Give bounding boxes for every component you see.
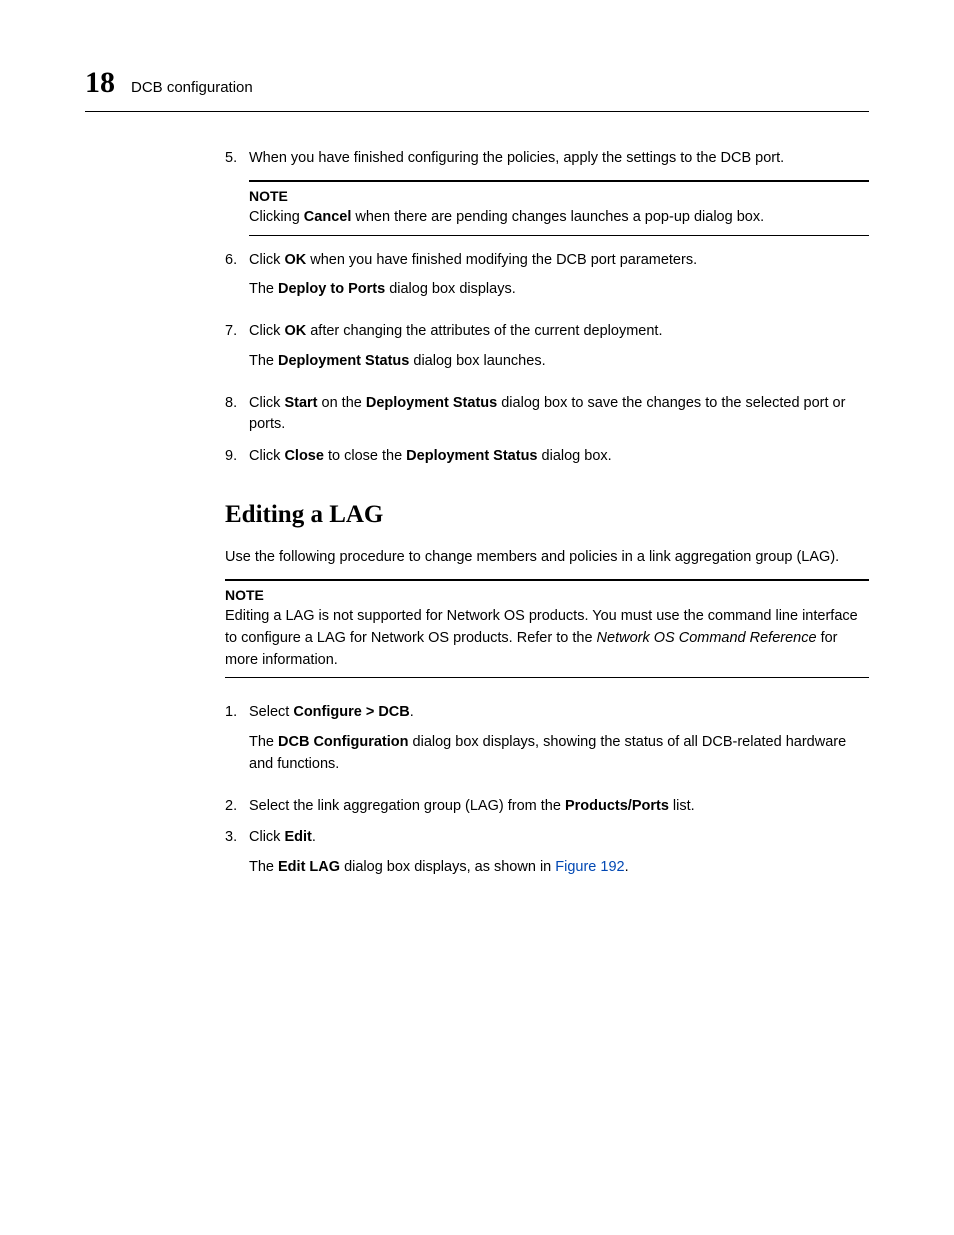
step-number: 2. [225, 796, 249, 818]
note-text: Clicking Cancel when there are pending c… [249, 207, 869, 229]
section-intro: Use the following procedure to change me… [225, 547, 869, 569]
note-box: NOTE Editing a LAG is not supported for … [225, 579, 869, 678]
chapter-title: DCB configuration [131, 77, 253, 100]
step-text: Click Edit. The Edit LAG dialog box disp… [249, 827, 869, 889]
section-heading: Editing a LAG [225, 496, 869, 534]
step-sub: The Deploy to Ports dialog box displays. [249, 279, 869, 301]
step-text: Click OK when you have finished modifyin… [249, 250, 869, 312]
step-number: 6. [225, 250, 249, 312]
step-text: Select Configure > DCB. The DCB Configur… [249, 702, 869, 785]
chapter-number: 18 [85, 60, 115, 105]
step-number: 5. [225, 148, 249, 170]
note-box: NOTE Clicking Cancel when there are pend… [249, 180, 869, 236]
step-number: 3. [225, 827, 249, 889]
page-content: 5. When you have finished configuring th… [225, 148, 869, 889]
step-text: Click Close to close the Deployment Stat… [249, 446, 869, 468]
step-5: 5. When you have finished configuring th… [225, 148, 869, 170]
step-text: When you have finished configuring the p… [249, 148, 869, 170]
step-number: 7. [225, 321, 249, 383]
section-step-3: 3. Click Edit. The Edit LAG dialog box d… [225, 827, 869, 889]
step-text: Select the link aggregation group (LAG) … [249, 796, 869, 818]
step-number: 9. [225, 446, 249, 468]
step-8: 8. Click Start on the Deployment Status … [225, 393, 869, 437]
step-sub: The Deployment Status dialog box launche… [249, 351, 869, 373]
step-sub: The DCB Configuration dialog box display… [249, 732, 869, 776]
note-label: NOTE [225, 585, 869, 606]
step-9: 9. Click Close to close the Deployment S… [225, 446, 869, 468]
step-7: 7. Click OK after changing the attribute… [225, 321, 869, 383]
step-number: 1. [225, 702, 249, 785]
section-step-1: 1. Select Configure > DCB. The DCB Confi… [225, 702, 869, 785]
section-step-2: 2. Select the link aggregation group (LA… [225, 796, 869, 818]
step-text: Click OK after changing the attributes o… [249, 321, 869, 383]
page-header: 18 DCB configuration [85, 60, 869, 112]
figure-link[interactable]: Figure 192 [555, 859, 624, 875]
note-text: Editing a LAG is not supported for Netwo… [225, 606, 869, 671]
step-6: 6. Click OK when you have finished modif… [225, 250, 869, 312]
note-label: NOTE [249, 186, 869, 207]
step-sub: The Edit LAG dialog box displays, as sho… [249, 857, 869, 879]
step-text: Click Start on the Deployment Status dia… [249, 393, 869, 437]
step-number: 8. [225, 393, 249, 437]
